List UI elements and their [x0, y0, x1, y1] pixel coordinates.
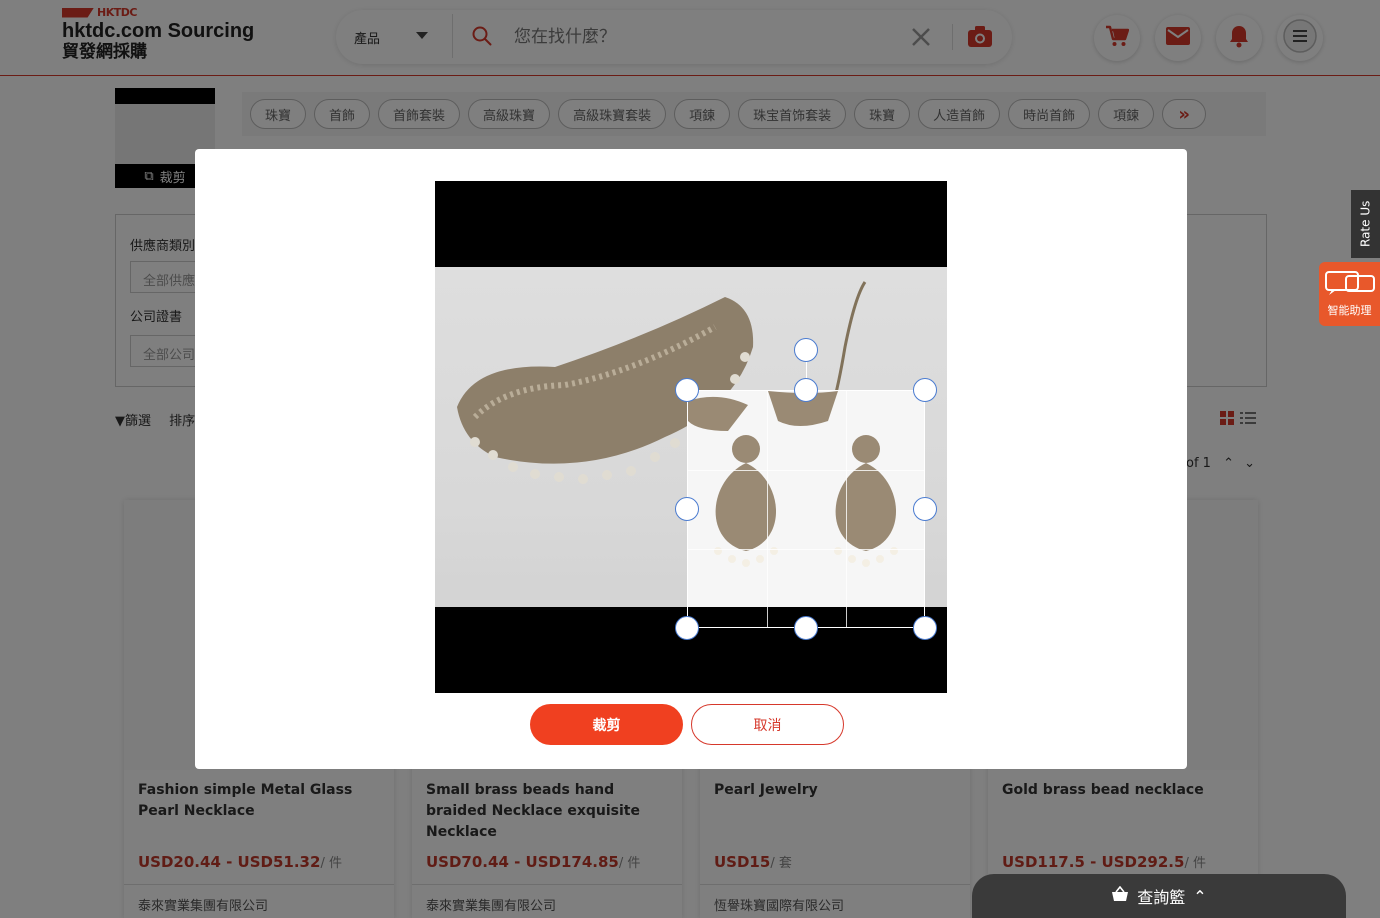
assistant-label: 智能助理 [1327, 304, 1372, 317]
crop-handle-bottom-right[interactable] [913, 616, 937, 640]
crop-handle-top[interactable] [794, 378, 818, 402]
crop-handle-bottom[interactable] [794, 616, 818, 640]
rotate-handle[interactable] [794, 338, 818, 362]
smart-assistant-button[interactable]: 智能助理 [1319, 262, 1380, 326]
crop-dialog: 裁剪 取消 [195, 149, 1187, 769]
inquiry-basket-bar[interactable]: 查詢籃 ⌃ [972, 874, 1346, 918]
basket-icon [1111, 885, 1129, 906]
crop-handle-top-right[interactable] [913, 378, 937, 402]
crop-handle-bottom-left[interactable] [675, 616, 699, 640]
crop-selection-box[interactable] [687, 390, 925, 628]
crop-handle-left[interactable] [675, 497, 699, 521]
chevron-up-icon: ⌃ [1193, 886, 1207, 906]
chat-bubble-icon [1324, 270, 1376, 299]
crop-confirm-button[interactable]: 裁剪 [530, 704, 683, 745]
crop-grid-line [767, 391, 768, 627]
crop-grid-line [846, 391, 847, 627]
rate-us-tab[interactable]: Rate Us [1351, 190, 1380, 258]
inquiry-basket-label: 查詢籃 [1137, 888, 1186, 907]
crop-grid-line [688, 549, 924, 550]
crop-handle-right[interactable] [913, 497, 937, 521]
crop-grid-line [688, 470, 924, 471]
crop-handle-top-left[interactable] [675, 378, 699, 402]
crop-cancel-button[interactable]: 取消 [691, 704, 844, 745]
crop-canvas[interactable] [435, 181, 947, 693]
